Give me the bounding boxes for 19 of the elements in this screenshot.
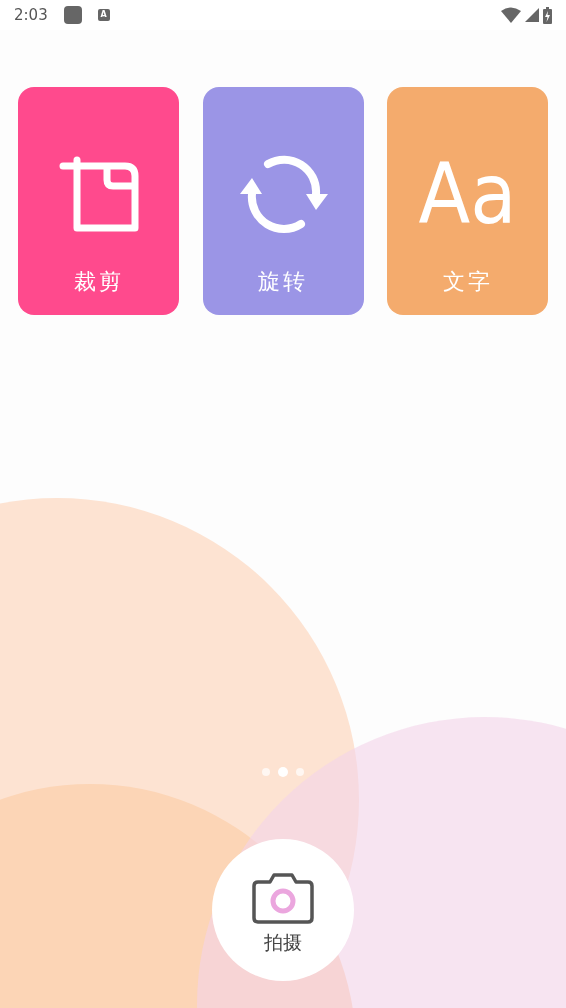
page-dot[interactable] <box>262 768 270 776</box>
tool-label: 旋转 <box>258 268 308 296</box>
tool-card[interactable]: 旋转 <box>202 87 364 315</box>
tool-label: 裁剪 <box>73 268 124 296</box>
clock: 2:03 <box>14 4 48 26</box>
wifi-icon <box>501 7 521 23</box>
rotate-icon <box>238 154 328 236</box>
tool-label: 文字 <box>442 268 493 296</box>
page-dot[interactable] <box>296 768 304 776</box>
app-notification-icon <box>63 6 82 24</box>
tool-card[interactable]: Aa 文字 <box>387 87 548 315</box>
crop-icon <box>58 156 139 234</box>
page-dot[interactable] <box>278 767 288 777</box>
battery-icon <box>543 6 552 24</box>
signal-icon <box>525 8 539 22</box>
camera-icon <box>252 871 314 924</box>
notification-badge-icon: A <box>97 9 110 21</box>
text-glyph: Aa <box>418 152 517 236</box>
tool-card[interactable]: 裁剪 <box>18 87 179 315</box>
